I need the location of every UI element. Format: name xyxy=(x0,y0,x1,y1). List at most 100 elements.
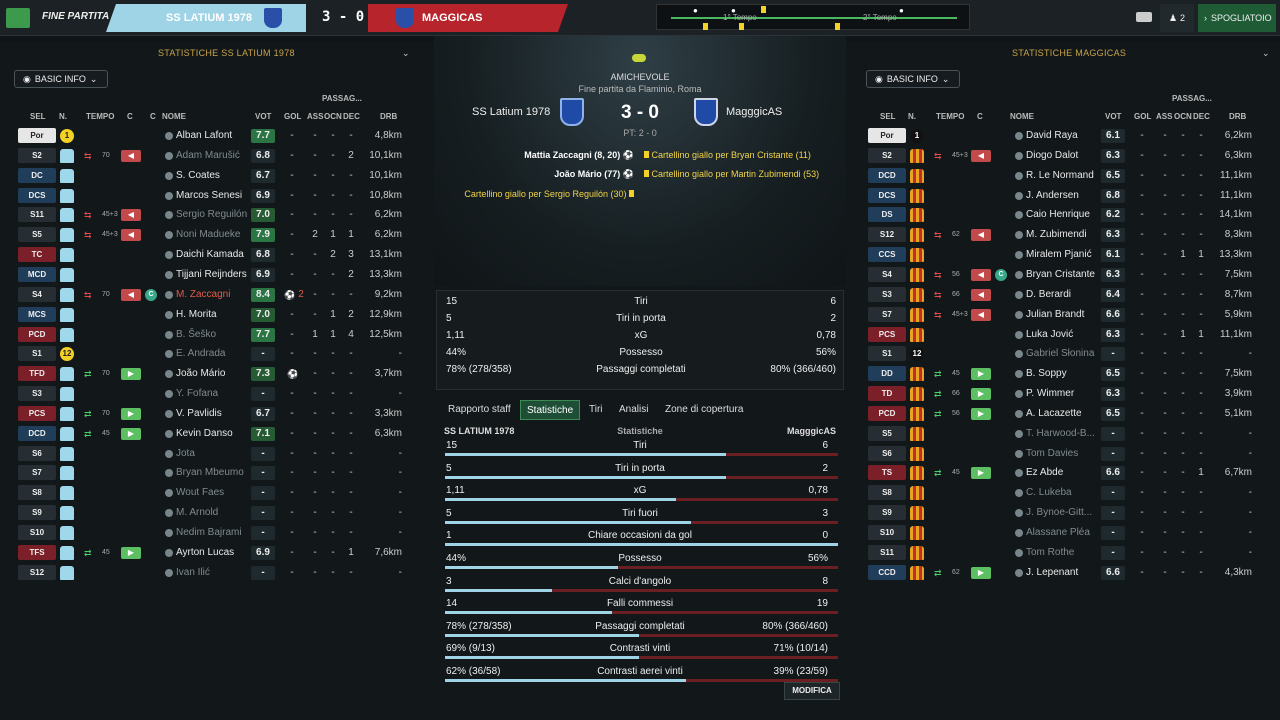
player-name[interactable]: Noni Madueke xyxy=(176,225,256,245)
player-row[interactable]: S8 Wout Faes - - - - - - xyxy=(0,483,434,503)
player-row[interactable]: S12 ⇆ 62 ◀ M. Zubimendi 6.3- - - -8,3km xyxy=(846,225,1280,245)
player-name[interactable]: S. Coates xyxy=(176,166,256,186)
position-badge[interactable]: S8 xyxy=(868,485,906,501)
position-badge[interactable]: MCD xyxy=(18,266,56,282)
col-dec[interactable]: DEC xyxy=(343,112,360,121)
tab-tiri[interactable]: Tiri xyxy=(589,404,603,415)
col-tempo[interactable]: TEMPO xyxy=(86,112,114,121)
player-name[interactable]: Daichi Kamada xyxy=(176,245,256,265)
player-name[interactable]: H. Morita xyxy=(176,305,256,325)
sub-out-button[interactable]: ◀ xyxy=(971,268,991,281)
chevron-down-icon[interactable]: ⌄ xyxy=(402,48,410,59)
player-row[interactable]: S1 12 Gabriel Słonina - - - - - - xyxy=(846,344,1280,364)
sub-in-button[interactable]: ▶ xyxy=(971,388,991,401)
position-badge[interactable]: DS xyxy=(868,207,906,223)
player-name[interactable]: E. Andrada xyxy=(176,344,256,364)
position-badge[interactable]: S10 xyxy=(18,525,56,540)
player-row[interactable]: DCD ⇄ 45 ▶ Kevin Danso 7.1- - - -6,3km xyxy=(0,424,434,444)
position-badge[interactable]: TD xyxy=(868,386,906,402)
player-name[interactable]: Y. Fofana xyxy=(176,384,256,404)
player-row[interactable]: S9 M. Arnold - - - - - - xyxy=(0,503,434,523)
position-badge[interactable]: S6 xyxy=(18,445,56,461)
sub-in-button[interactable]: ▶ xyxy=(971,467,991,480)
position-badge[interactable]: DC xyxy=(18,167,56,183)
player-name[interactable]: Julian Brandt xyxy=(1026,305,1106,325)
col-nome[interactable]: NOME xyxy=(1010,112,1034,121)
player-row[interactable]: DCS Marcos Senesi 6.9- - - -10,8km xyxy=(0,186,434,206)
player-name[interactable]: Nedim Bajrami xyxy=(176,523,256,543)
player-row[interactable]: S7 ⇆ 45+3 ◀ Julian Brandt 6.6- - - -5,9km xyxy=(846,305,1280,325)
position-badge[interactable]: DCS xyxy=(868,187,906,203)
position-badge[interactable]: S7 xyxy=(868,306,906,322)
player-row[interactable]: S9 J. Bynoe-Gitt... - - - - - - xyxy=(846,503,1280,523)
col-tempo[interactable]: TEMPO xyxy=(936,112,964,121)
col-dec[interactable]: DEC xyxy=(1193,112,1210,121)
position-badge[interactable]: PCS xyxy=(18,405,56,421)
subs-button[interactable]: ♟ 2 xyxy=(1160,4,1194,32)
player-name[interactable]: Gabriel Słonina xyxy=(1026,344,1106,364)
player-row[interactable]: S10 Nedim Bajrami - - - - - - xyxy=(0,523,434,543)
player-row[interactable]: S4 ⇆ 56 ◀ C Bryan Cristante 6.3- - - -7,5km xyxy=(846,265,1280,285)
player-name[interactable]: Adam Marušić xyxy=(176,146,256,166)
sub-out-button[interactable]: ◀ xyxy=(971,308,991,321)
col-nome[interactable]: NOME xyxy=(162,112,186,121)
player-name[interactable]: Tom Davies xyxy=(1026,444,1106,464)
sub-out-button[interactable]: ◀ xyxy=(121,288,141,301)
sub-in-button[interactable]: ▶ xyxy=(971,566,991,579)
position-badge[interactable]: DCD xyxy=(18,425,56,441)
player-name[interactable]: M. Zaccagni xyxy=(176,285,256,305)
player-row[interactable]: TD ⇄ 66 ▶ P. Wimmer 6.3- - - -3,9km xyxy=(846,384,1280,404)
tab-zone-di-copertura[interactable]: Zone di copertura xyxy=(665,404,743,415)
match-timeline[interactable]: 1° Tempo 2° Tempo ● ● ● xyxy=(656,4,970,30)
player-name[interactable]: Bryan Cristante xyxy=(1026,265,1106,285)
position-badge[interactable]: S8 xyxy=(18,485,56,501)
player-name[interactable]: A. Lacazette xyxy=(1026,404,1106,424)
player-name[interactable]: Alban Lafont xyxy=(176,126,256,146)
position-badge[interactable]: S9 xyxy=(868,505,906,521)
player-row[interactable]: S5 ⇆ 45+3 ◀ Noni Madueke 7.9-2 1 1 6,2km xyxy=(0,225,434,245)
player-row[interactable]: DS Caio Henrique 6.2- - - -14,1km xyxy=(846,205,1280,225)
player-name[interactable]: Ivan Ilić xyxy=(176,563,256,583)
col-ass[interactable]: ASS xyxy=(1156,112,1172,121)
position-badge[interactable]: S4 xyxy=(868,266,906,282)
position-badge[interactable]: TFS xyxy=(18,544,56,560)
player-name[interactable]: V. Pavlidis xyxy=(176,404,256,424)
tab-rapporto-staff[interactable]: Rapporto staff xyxy=(448,404,511,415)
position-badge[interactable]: Por xyxy=(18,128,56,143)
player-row[interactable]: S12 Ivan Ilić - - - - - - xyxy=(0,563,434,583)
position-badge[interactable]: DD xyxy=(868,366,906,382)
player-row[interactable]: S2 ⇆ 70 ◀ Adam Marušić 6.8- - -2 10,1km xyxy=(0,146,434,166)
player-name[interactable]: B. Šeško xyxy=(176,325,256,345)
player-row[interactable]: S8 C. Lukeba - - - - - - xyxy=(846,483,1280,503)
sub-out-button[interactable]: ◀ xyxy=(971,229,991,242)
col-ass[interactable]: ASS xyxy=(307,112,323,121)
player-row[interactable]: DCS J. Andersen 6.8- - - -11,1km xyxy=(846,186,1280,206)
player-name[interactable]: P. Wimmer xyxy=(1026,384,1106,404)
player-name[interactable]: Caio Henrique xyxy=(1026,205,1106,225)
position-badge[interactable]: S10 xyxy=(868,525,906,540)
player-row[interactable]: S10 Alassane Pléa - - - - - - xyxy=(846,523,1280,543)
player-row[interactable]: CCD ⇄ 62 ▶ J. Lepenant 6.6- - - -4,3km xyxy=(846,563,1280,583)
player-row[interactable]: PCD B. Šeško 7.7-1 1 4 12,5km xyxy=(0,325,434,345)
position-badge[interactable]: S5 xyxy=(18,227,56,243)
player-row[interactable]: PCS Luka Jović 6.3- -1 1 11,1km xyxy=(846,325,1280,345)
player-name[interactable]: M. Arnold xyxy=(176,503,256,523)
position-badge[interactable]: S12 xyxy=(18,564,56,580)
position-badge[interactable]: S2 xyxy=(868,147,906,163)
position-badge[interactable]: S1 xyxy=(868,346,906,362)
player-name[interactable]: Alassane Pléa xyxy=(1026,523,1106,543)
player-row[interactable]: S3 ⇆ 66 ◀ D. Berardi 6.4- - - -8,7km xyxy=(846,285,1280,305)
col-vot[interactable]: VOT xyxy=(1105,112,1121,121)
player-name[interactable]: Tijjani Reijnders xyxy=(176,265,256,285)
position-badge[interactable]: S3 xyxy=(18,386,56,402)
col-sel[interactable]: SEL xyxy=(30,112,46,121)
position-badge[interactable]: CCD xyxy=(868,564,906,580)
position-badge[interactable]: TS xyxy=(868,465,906,481)
home-icon[interactable] xyxy=(6,8,30,28)
position-badge[interactable]: PCS xyxy=(868,326,906,342)
col-c2[interactable]: C xyxy=(150,112,156,121)
sub-in-button[interactable]: ▶ xyxy=(121,546,141,559)
position-badge[interactable]: S6 xyxy=(868,445,906,461)
tab-analisi[interactable]: Analisi xyxy=(619,404,648,415)
col-sel[interactable]: SEL xyxy=(880,112,896,121)
